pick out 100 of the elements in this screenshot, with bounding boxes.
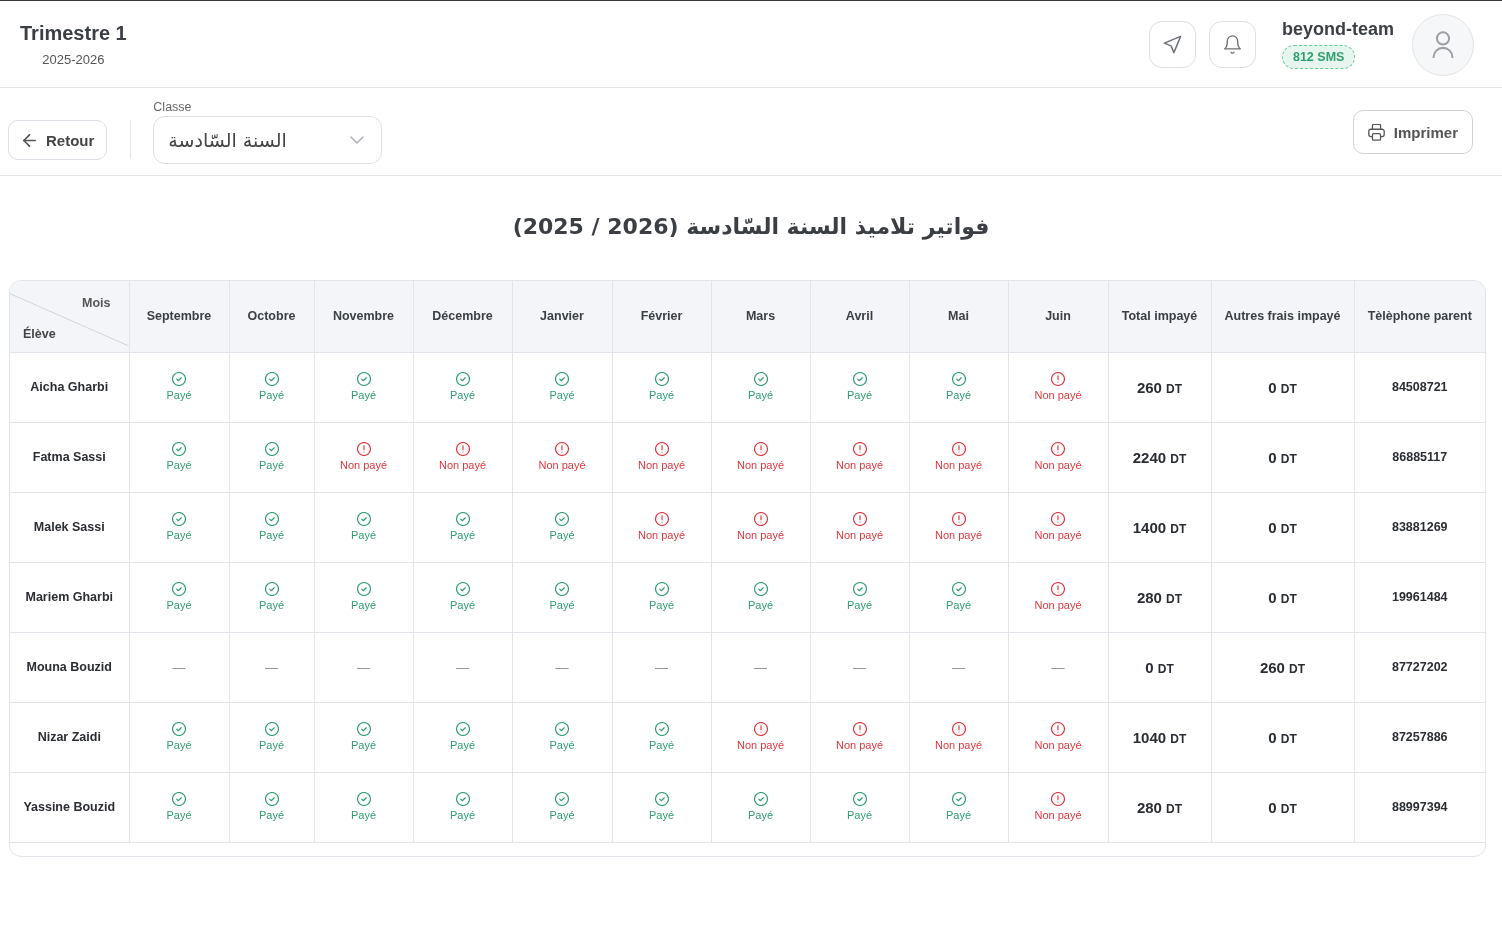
- payment-status: Payé: [449, 809, 476, 822]
- column-header: Juin: [1008, 281, 1108, 352]
- payment-status: Payé: [449, 389, 476, 402]
- payment-status: Non payé: [1034, 599, 1082, 612]
- payment-status: Payé: [166, 599, 192, 612]
- payment-status: Payé: [350, 529, 377, 542]
- payment-status: Payé: [549, 739, 575, 752]
- term-title: Trimestre 1: [20, 21, 127, 45]
- parent-phone-cell: 19961484: [1354, 562, 1485, 632]
- payment-status: Payé: [449, 599, 476, 612]
- total-unpaid-cell: 280 DT: [1108, 562, 1211, 632]
- column-axis-label: Mois: [82, 296, 111, 310]
- payment-status: Payé: [166, 529, 192, 542]
- other-fees-cell: 0 DT: [1211, 492, 1354, 562]
- payment-status: Payé: [350, 389, 377, 402]
- payment-status: Payé: [747, 389, 774, 402]
- payment-status: Payé: [258, 459, 285, 472]
- payment-status: Payé: [945, 389, 972, 402]
- column-header: Février: [612, 281, 711, 352]
- column-header: Décembre: [413, 281, 512, 352]
- school-year: 2025-2026: [42, 52, 105, 68]
- empty-dash: —: [853, 660, 866, 674]
- payment-status: Non payé: [438, 459, 487, 472]
- payment-status: Non payé: [934, 739, 983, 752]
- row-axis-label: Élève: [23, 326, 56, 341]
- payment-status: Payé: [747, 809, 774, 822]
- parent-phone-cell: 86885117: [1354, 422, 1485, 492]
- payment-status: Payé: [648, 389, 675, 402]
- empty-dash: —: [265, 660, 278, 674]
- payment-status: Non payé: [637, 529, 686, 542]
- other-fees-cell: 260 DT: [1211, 632, 1354, 702]
- column-header: Octobre: [229, 281, 314, 352]
- column-header: Novembre: [314, 281, 413, 352]
- payment-status: Non payé: [637, 459, 686, 472]
- back-button[interactable]: Retour: [8, 120, 108, 160]
- payment-status: Payé: [258, 739, 285, 752]
- chevron-down-icon: [350, 136, 365, 144]
- payment-status: Payé: [350, 809, 377, 822]
- payment-status: Payé: [549, 529, 575, 542]
- column-header: Total impayé: [1108, 281, 1211, 352]
- column-header: Tèlèphone parent: [1354, 281, 1485, 352]
- payment-status: Payé: [549, 389, 575, 402]
- empty-dash: —: [555, 660, 569, 674]
- payment-status: Payé: [258, 529, 285, 542]
- empty-dash: —: [655, 660, 668, 674]
- account-name: beyond-team: [1281, 18, 1394, 40]
- class-select[interactable]: السنة السّادسة: [153, 116, 383, 164]
- payment-status: Payé: [846, 389, 873, 402]
- parent-phone-cell: 87727202: [1354, 632, 1485, 702]
- parent-phone-cell: 83881269: [1354, 492, 1485, 562]
- send-button[interactable]: [1148, 21, 1196, 68]
- payment-status: Payé: [166, 389, 192, 402]
- student-name-cell: Aicha Gharbi: [10, 352, 129, 422]
- payment-status: Non payé: [1034, 739, 1082, 752]
- payment-status: Non payé: [835, 459, 884, 472]
- notifications-button[interactable]: [1208, 21, 1256, 68]
- payment-status: Non payé: [736, 459, 785, 472]
- payment-status: Non payé: [934, 459, 983, 472]
- payment-status: Non payé: [1034, 389, 1082, 402]
- payment-status: Payé: [945, 599, 972, 612]
- student-name-cell: Nizar Zaidi: [10, 702, 129, 772]
- student-name-cell: Yassine Bouzid: [10, 772, 129, 842]
- parent-phone-cell: 88997394: [1354, 772, 1485, 842]
- paper-plane-icon: [1162, 35, 1182, 54]
- payment-status: Payé: [549, 809, 575, 822]
- payment-status: Payé: [648, 809, 675, 822]
- student-name-cell: Mouna Bouzid: [10, 632, 129, 702]
- total-unpaid-cell: 1040 DT: [1108, 702, 1211, 772]
- payment-status: Payé: [166, 809, 192, 822]
- total-unpaid-cell: 280 DT: [1108, 772, 1211, 842]
- payment-status: Payé: [449, 739, 476, 752]
- arrow-left-icon: [23, 133, 36, 147]
- payment-status: Payé: [258, 599, 285, 612]
- parent-phone-cell: 84508721: [1354, 352, 1485, 422]
- page-heading: فواتير تلاميذ السنة السّادسة (2026 / 2025): [511, 213, 991, 242]
- other-fees-cell: 0 DT: [1211, 352, 1354, 422]
- print-button[interactable]: Imprimer: [1352, 110, 1473, 154]
- payment-status: Non payé: [934, 529, 983, 542]
- payment-status: Non payé: [1034, 459, 1082, 472]
- column-header: Avril: [810, 281, 909, 352]
- total-unpaid-cell: 0 DT: [1108, 632, 1211, 702]
- payment-status: Non payé: [835, 529, 884, 542]
- empty-dash: —: [952, 660, 965, 674]
- column-header: Mars: [711, 281, 810, 352]
- column-header: Autres frais impayé: [1211, 281, 1354, 352]
- payment-status: Payé: [846, 809, 873, 822]
- field-label: Classe: [153, 100, 193, 115]
- empty-dash: —: [1051, 660, 1065, 674]
- empty-dash: —: [754, 660, 767, 674]
- student-name-cell: Mariem Gharbi: [10, 562, 129, 632]
- payment-status: Payé: [945, 809, 972, 822]
- student-name-cell: Malek Sassi: [10, 492, 129, 562]
- payment-status: Payé: [846, 599, 873, 612]
- payment-status: Payé: [549, 599, 575, 612]
- bell-icon: [1222, 35, 1242, 54]
- total-unpaid-cell: 1400 DT: [1108, 492, 1211, 562]
- printer-icon: [1367, 123, 1385, 141]
- total-unpaid-cell: 260 DT: [1108, 352, 1211, 422]
- empty-dash: —: [456, 660, 469, 674]
- total-unpaid-cell: 2240 DT: [1108, 422, 1211, 492]
